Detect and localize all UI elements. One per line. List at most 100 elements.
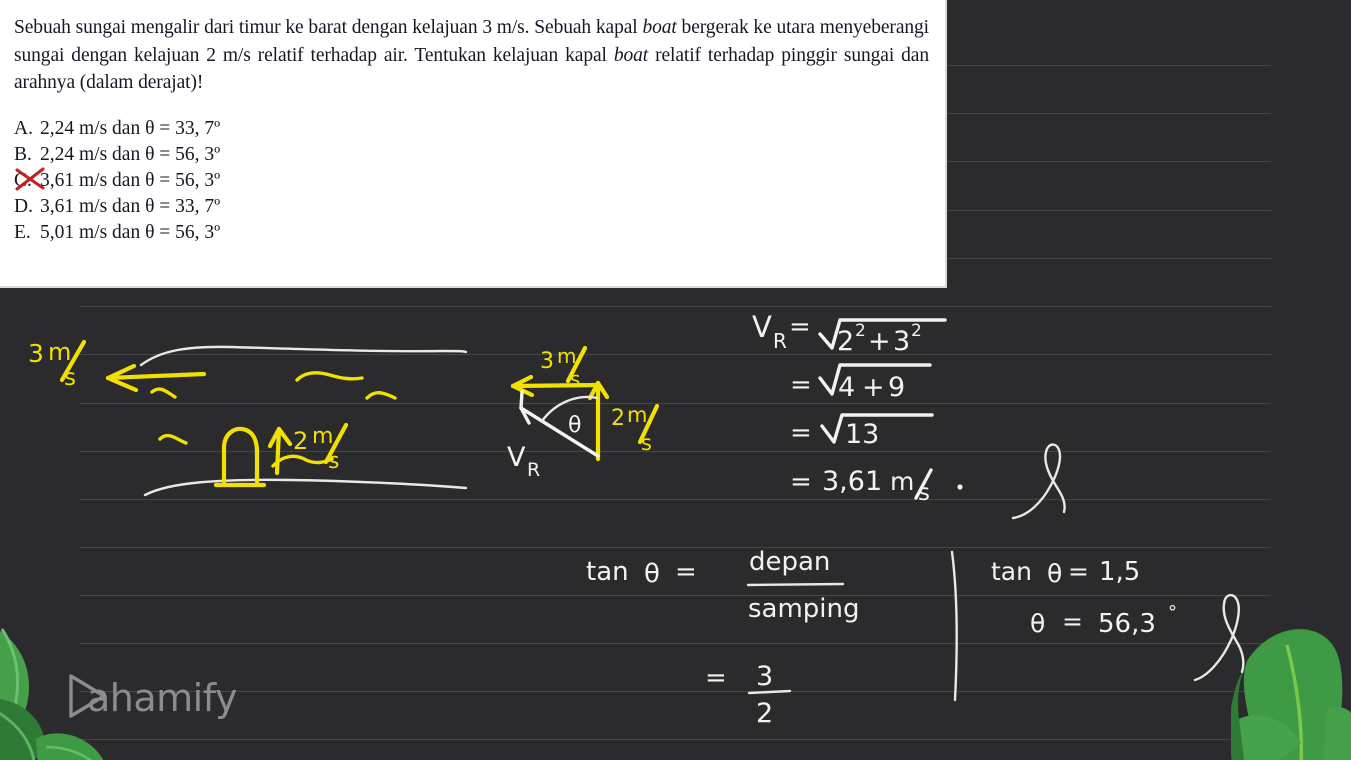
water-squiggles [150, 371, 397, 468]
radical-sign-2 [818, 363, 932, 396]
stem-italic-word: boat [613, 44, 649, 66]
work-tan-eq: = [675, 557, 697, 587]
result-tan-label: tan [991, 557, 1032, 586]
work-result-value: 3,61 [822, 466, 882, 497]
current-label-m: m [48, 338, 71, 366]
options-list: A. 2,24 m/s dan θ = 33, 7º B. 2,24 m/s dan … [14, 119, 929, 249]
rule-line-12 [80, 643, 1271, 644]
option-row-e[interactable]: E. 5,01 m/s dan θ = 56, 3º [14, 223, 929, 249]
option-letter: A. [14, 118, 33, 140]
flourish-loop-1 [1011, 443, 1066, 520]
work-result-unit-m: m [890, 467, 914, 496]
option-letter: E. [14, 222, 31, 244]
leaf-decoration-bottom-right [1229, 597, 1351, 760]
vector-label-m: m [557, 344, 576, 368]
option-letter: D. [14, 196, 33, 218]
option-row-b[interactable]: B. 2,24 m/s dan θ = 56, 3º [14, 145, 929, 171]
result-theta-symbol: θ [1030, 609, 1045, 638]
river-bank-bottom [143, 478, 468, 497]
work-vr-sub: R [773, 329, 787, 353]
result-theta-eq: = [1062, 607, 1083, 636]
work-radicand-1: 2 [837, 326, 854, 357]
rule-line-8 [80, 451, 1271, 452]
option-row-a[interactable]: A. 2,24 m/s dan θ = 33, 7º [14, 119, 929, 145]
work-tan-eq-2: = [705, 663, 727, 693]
vector-vertical-arrow [587, 380, 610, 462]
rule-line-9 [80, 499, 1271, 500]
boat-label-m: m [312, 424, 333, 449]
option-letter: B. [14, 144, 32, 166]
option-letter: C. [14, 167, 45, 191]
work-tan-theta: θ [644, 559, 660, 589]
work-plus-1: + [868, 326, 891, 357]
stem-italic-word: boat [642, 17, 677, 38]
question-card: Sebuah sungai mengalir dari timur ke bar… [0, 0, 947, 288]
work-radicand-1b: 3 [893, 326, 910, 357]
vector-label-m2: m [627, 403, 647, 427]
pahamify-logo-text: ahamify [87, 676, 237, 720]
work-exp-1: 2 [855, 321, 866, 341]
vector-label-slash2 [637, 403, 660, 445]
work-result-unit-s: s [918, 480, 930, 506]
vector-label-s: s [570, 367, 580, 391]
work-radicand-2b: 9 [888, 372, 905, 403]
rule-line-13 [80, 691, 1271, 692]
current-label-3ms: 3 [28, 339, 44, 368]
work-eq-4: = [790, 467, 812, 497]
rule-line-14 [80, 739, 1271, 740]
work-frac-num-depan: depan [749, 547, 830, 577]
current-arrow [105, 363, 207, 393]
current-label-s: s [64, 365, 76, 391]
option-row-c[interactable]: C. 3,61 m/s dan θ = 56, 3º [14, 167, 929, 197]
option-row-d[interactable]: D. 3,61 m/s dan θ = 33, 7º [14, 197, 929, 223]
whiteboard-canvas: 3 m s 2 m s 3 m s 2 m s θ V R V R = 2 2 … [0, 0, 1351, 760]
work-radicand-2: 4 [838, 372, 855, 403]
vr-label-sub: R [527, 459, 540, 481]
boat-shape [213, 426, 267, 488]
theta-angle-arc [540, 395, 599, 423]
work-eq-3: = [790, 418, 812, 448]
current-label-slash [59, 339, 87, 383]
result-tan-theta: θ [1047, 559, 1062, 588]
work-frac-den-samping: samping [748, 594, 860, 624]
result-degree-symbol: ° [1168, 602, 1177, 623]
stem-text: Sebuah sungai mengalir dari timur ke bar… [14, 17, 643, 38]
pahamify-logo: ahamify [57, 672, 237, 724]
option-text: 3,61 m/s dan θ = 33, 7º [40, 196, 221, 218]
result-theta-value: 56,3 [1098, 609, 1156, 639]
work-tan-label: tan [586, 557, 629, 587]
radical-sign-1 [818, 318, 947, 350]
work-vr-symbol: V [752, 310, 772, 344]
boat-label-slash [323, 422, 349, 465]
radical-sign-3 [820, 413, 934, 444]
question-stem: Sebuah sungai mengalir dari timur ke bar… [14, 14, 929, 97]
boat-label-s: s [328, 449, 339, 474]
work-radicand-3: 13 [845, 419, 879, 450]
work-eq-1: = [789, 312, 811, 342]
work-eq-2: = [790, 370, 812, 400]
rule-line-10 [80, 547, 1271, 548]
work-divider-line [950, 550, 958, 702]
vector-label-3: 3 [540, 349, 554, 374]
work-frac2-den: 2 [756, 698, 773, 729]
work-frac-bar-1 [746, 582, 845, 587]
flourish-loop-2 [1193, 593, 1245, 682]
work-result-slash [914, 468, 933, 500]
result-tan-eq: = [1068, 557, 1089, 586]
theta-symbol: θ [568, 413, 581, 438]
vr-label: V [507, 442, 526, 473]
option-text: 2,24 m/s dan θ = 33, 7º [40, 118, 221, 140]
option-text: 2,24 m/s dan θ = 56, 3º [40, 144, 221, 166]
river-bank-top [139, 345, 468, 367]
rule-line-11 [80, 595, 1271, 596]
work-exp-1b: 2 [911, 321, 922, 341]
rule-line-6 [80, 354, 1271, 355]
work-plus-2: + [862, 372, 885, 403]
vector-label-slash [565, 345, 588, 384]
resultant-vector-arrow [519, 390, 600, 458]
vector-horizontal-arrow [510, 374, 601, 398]
work-result-period [957, 484, 963, 490]
rule-line-7 [80, 403, 1271, 404]
result-tan-value: 1,5 [1099, 557, 1140, 587]
vector-label-2: 2 [611, 406, 625, 431]
